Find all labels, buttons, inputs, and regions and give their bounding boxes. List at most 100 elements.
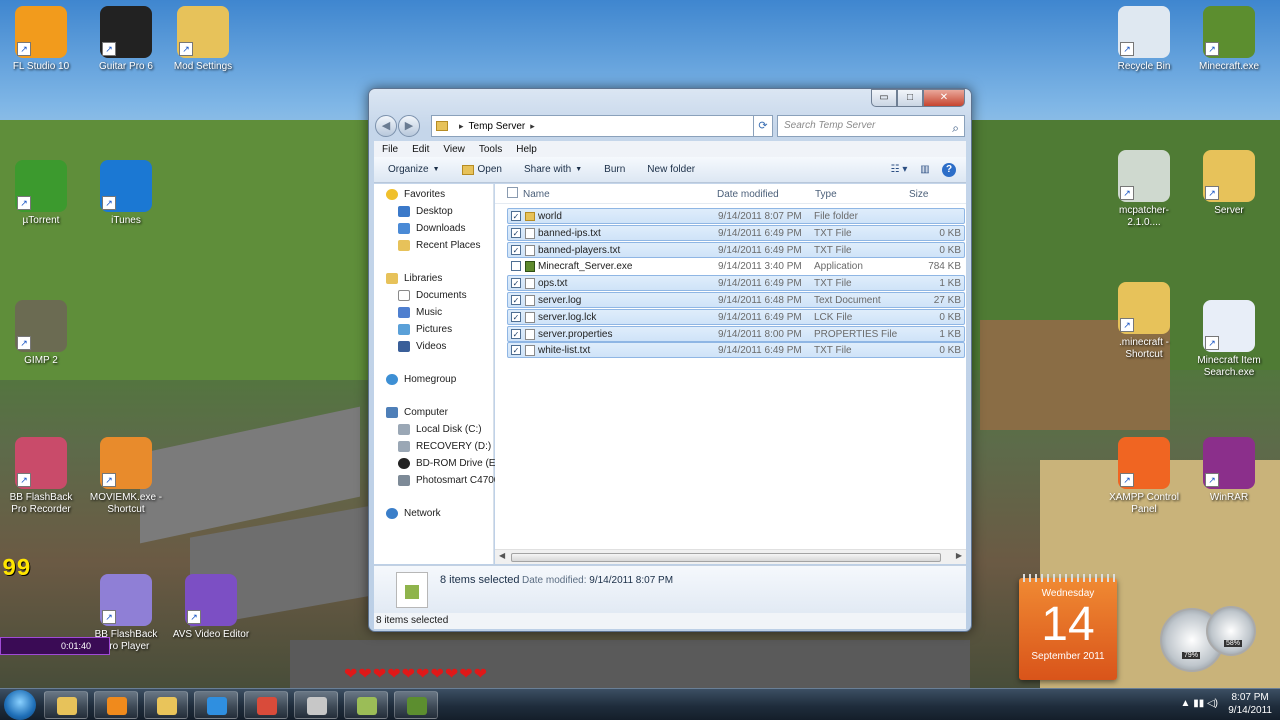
desktop-icon-guitar-pro[interactable]: ↗ Guitar Pro 6 <box>86 6 166 73</box>
menu-tools[interactable]: Tools <box>479 144 502 155</box>
nav-homegroup[interactable]: Homegroup <box>386 371 456 387</box>
desktop-icon-folder[interactable]: ↗ Server <box>1189 150 1269 217</box>
minimize-button[interactable]: ▭ <box>871 89 897 107</box>
file-name[interactable]: white-list.txt <box>538 345 590 356</box>
row-checkbox[interactable]: ✓ <box>511 227 521 238</box>
scroll-thumb[interactable] <box>511 553 941 562</box>
desktop-icon-folder[interactable]: ↗ Mod Settings <box>163 6 243 73</box>
file-row[interactable]: ✓ server.log.lck 9/14/2011 6:49 PM LCK File… <box>507 308 965 325</box>
desktop-icon-mcpatcher[interactable]: ↗ mcpatcher-2.1.0.... <box>1104 150 1184 229</box>
taskbar-windows-explorer[interactable] <box>44 691 88 719</box>
file-name[interactable]: Minecraft_Server.exe <box>538 261 633 272</box>
burn-button[interactable]: Burn <box>604 164 625 175</box>
address-bar[interactable]: ▸ Temp Server ▸ ▼ <box>431 115 771 137</box>
menu-view[interactable]: View <box>443 144 465 155</box>
column-size[interactable]: Size <box>909 189 928 200</box>
taskbar-minecraft[interactable] <box>394 691 438 719</box>
scroll-left-icon[interactable]: ◀ <box>499 551 505 560</box>
nav-computer[interactable]: Computer <box>386 404 448 420</box>
desktop-icon-gimp[interactable]: ↗ GIMP 2 <box>1 300 81 367</box>
file-row[interactable]: ✓ banned-ips.txt 9/14/2011 6:49 PM TXT File… <box>507 224 965 241</box>
back-button[interactable]: ◀ <box>375 115 397 137</box>
column-name[interactable]: Name <box>523 189 550 200</box>
file-name[interactable]: banned-players.txt <box>538 245 620 256</box>
file-name[interactable]: server.log <box>538 295 581 306</box>
desktop-icon-utorrent[interactable]: ↗ µTorrent <box>1 160 81 227</box>
row-checkbox[interactable]: ✓ <box>511 278 521 289</box>
row-checkbox[interactable]: ✓ <box>511 244 521 255</box>
desktop-icon-folder[interactable]: ↗ .minecraft - Shortcut <box>1104 282 1184 361</box>
nav-photosmart[interactable]: Photosmart C4700 <box>398 472 499 488</box>
desktop-icon-avs-video-editor[interactable]: ↗ AVS Video Editor <box>171 574 251 641</box>
menu-file[interactable]: File <box>382 144 398 155</box>
nav-desktop[interactable]: Desktop <box>398 203 453 219</box>
tray-icons[interactable]: ▲ ▮▮ ◁) <box>1181 698 1218 709</box>
breadcrumb-separator-icon[interactable]: ▸ <box>530 121 535 132</box>
nav-favorites[interactable]: Favorites <box>386 186 445 202</box>
menu-edit[interactable]: Edit <box>412 144 429 155</box>
desktop-icon-winrar[interactable]: ↗ WinRAR <box>1189 437 1269 504</box>
taskbar-chrome[interactable] <box>244 691 288 719</box>
row-checkbox[interactable]: ✓ <box>511 345 521 356</box>
desktop-icon-itunes[interactable]: ↗ iTunes <box>86 160 166 227</box>
desktop-icon-fl-studio[interactable]: ↗ FL Studio 10 <box>1 6 81 73</box>
view-options-icon[interactable]: ☷ ▾ <box>890 161 908 179</box>
file-row[interactable]: ✓ banned-players.txt 9/14/2011 6:49 PM TXT … <box>507 241 965 258</box>
memory-meter-gadget[interactable]: 58% <box>1206 606 1256 656</box>
row-checkbox[interactable]: ✓ <box>511 211 521 221</box>
scroll-right-icon[interactable]: ▶ <box>956 551 962 560</box>
nav-downloads[interactable]: Downloads <box>398 220 465 236</box>
organize-button[interactable]: Organize ▼ <box>388 164 440 175</box>
column-type[interactable]: Type <box>815 189 837 200</box>
new-folder-button[interactable]: New folder <box>647 164 695 175</box>
breadcrumb-temp-server[interactable]: Temp Server <box>469 121 526 132</box>
forward-button[interactable]: ▶ <box>398 115 420 137</box>
desktop-icon-window-app[interactable]: ↗ Minecraft Item Search.exe <box>1189 300 1269 379</box>
row-checkbox[interactable]: ✓ <box>511 311 521 322</box>
nav-documents[interactable]: Documents <box>398 287 467 303</box>
calendar-gadget[interactable]: Wednesday 14 September 2011 <box>1019 574 1117 680</box>
taskbar-java[interactable] <box>294 691 338 719</box>
horizontal-scrollbar[interactable]: ◀ ▶ <box>495 549 966 564</box>
explorer-window[interactable]: ▭ □ ✕ ◀ ▶ ▸ Temp Server ▸ ▼ ⟳ Search Tem… <box>368 88 972 632</box>
file-row[interactable]: Minecraft_Server.exe 9/14/2011 3:40 PM App… <box>507 258 965 274</box>
open-button[interactable]: Open <box>461 164 502 175</box>
share-with-button[interactable]: Share with ▼ <box>524 164 582 175</box>
nav-libraries[interactable]: Libraries <box>386 270 442 286</box>
taskbar-vlc[interactable] <box>94 691 138 719</box>
search-icon[interactable]: ⌕ <box>952 118 959 138</box>
maximize-button[interactable]: □ <box>897 89 923 107</box>
column-date-modified[interactable]: Date modified <box>717 189 779 200</box>
nav-local-disk[interactable]: Local Disk (C:) <box>398 421 482 437</box>
close-button[interactable]: ✕ <box>923 89 965 107</box>
file-row[interactable]: ✓ server.log 9/14/2011 6:48 PM Text Documen… <box>507 292 965 308</box>
file-name[interactable]: server.log.lck <box>538 312 596 323</box>
start-button[interactable] <box>4 690 36 720</box>
nav-recovery[interactable]: RECOVERY (D:) <box>398 438 491 454</box>
search-input[interactable]: Search Temp Server ⌕ <box>777 115 965 137</box>
refresh-button[interactable]: ⟳ <box>753 115 773 137</box>
file-row[interactable]: ✓ white-list.txt 9/14/2011 6:49 PM TXT File… <box>507 342 965 359</box>
file-name[interactable]: banned-ips.txt <box>538 228 601 239</box>
file-row[interactable]: ✓ server.properties 9/14/2011 8:00 PM PROPE… <box>507 325 965 342</box>
nav-recent-places[interactable]: Recent Places <box>398 237 480 253</box>
taskbar-internet-explorer[interactable] <box>194 691 238 719</box>
desktop-icon-recycle-bin[interactable]: ↗ Recycle Bin <box>1104 6 1184 73</box>
file-row[interactable]: ✓ ops.txt 9/14/2011 6:49 PM TXT File 1 KB <box>507 275 965 292</box>
nav-pictures[interactable]: Pictures <box>398 321 452 337</box>
menu-help[interactable]: Help <box>516 144 537 155</box>
media-player-bar[interactable]: 0:01:40 <box>0 637 110 655</box>
file-row[interactable]: ✓ world 9/14/2011 8:07 PM File folder <box>507 208 965 224</box>
tray-clock[interactable]: 8:07 PM 9/14/2011 <box>1228 691 1272 717</box>
row-checkbox[interactable]: ✓ <box>511 328 521 339</box>
nav-videos[interactable]: Videos <box>398 338 446 354</box>
nav-bdrom[interactable]: BD-ROM Drive (E:) <box>398 455 502 471</box>
desktop-icon-xampp[interactable]: ↗ XAMPP Control Panel <box>1104 437 1184 516</box>
file-name[interactable]: server.properties <box>538 329 612 340</box>
desktop-icon-moviemaker[interactable]: ↗ MOVIEMK.exe - Shortcut <box>86 437 166 516</box>
taskbar-notepad[interactable] <box>344 691 388 719</box>
desktop-icon-flashback-recorder[interactable]: ↗ BB FlashBack Pro Recorder <box>1 437 81 516</box>
file-name[interactable]: ops.txt <box>538 278 567 289</box>
preview-pane-icon[interactable]: ▥ <box>916 161 934 179</box>
taskbar-outlook[interactable] <box>144 691 188 719</box>
